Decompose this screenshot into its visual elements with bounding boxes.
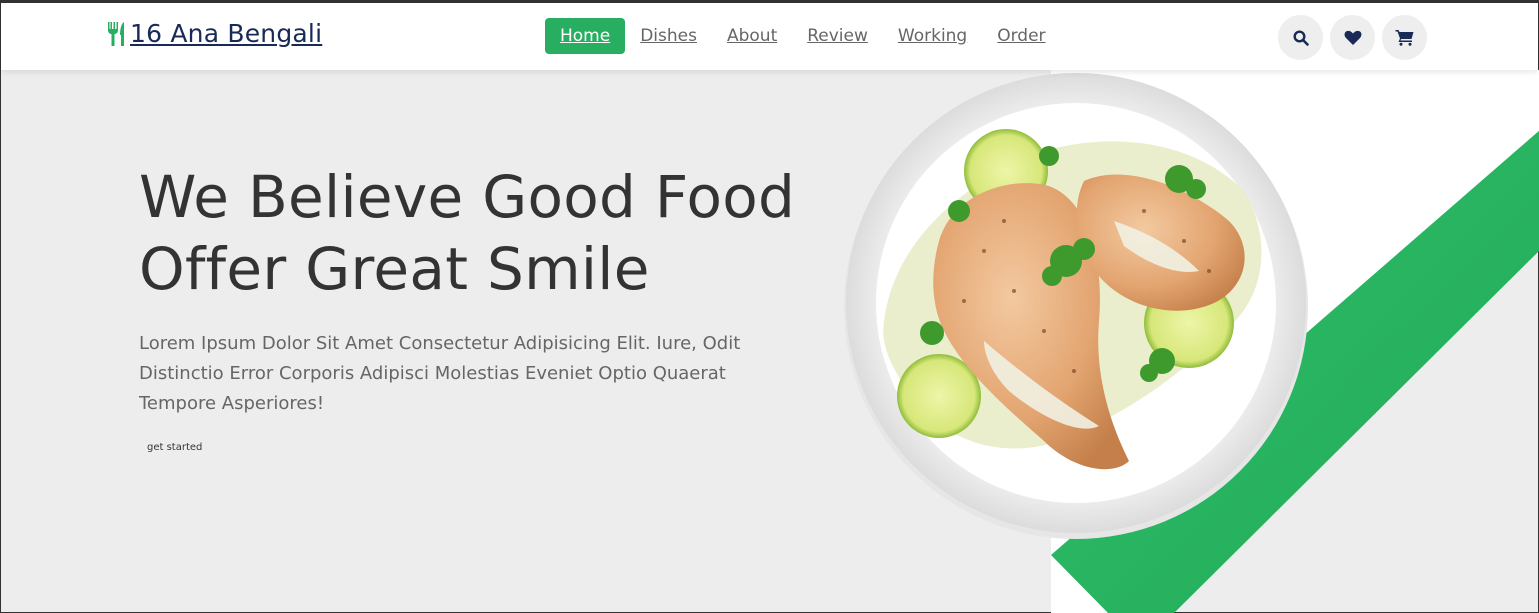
search-icon — [1292, 29, 1309, 46]
cart-icon — [1395, 30, 1414, 46]
nav-dishes[interactable]: Dishes — [640, 18, 697, 54]
favorites-button[interactable] — [1330, 15, 1375, 60]
hero-description: Lorem Ipsum Dolor Sit Amet Consectetur A… — [139, 333, 741, 414]
hero-title: We Believe Good Food Offer Great Smile — [139, 161, 799, 305]
nav-review[interactable]: Review — [807, 18, 868, 54]
nav-order[interactable]: Order — [997, 18, 1045, 54]
heart-icon — [1344, 30, 1361, 45]
header-icons — [1278, 15, 1434, 60]
hero-section: We Believe Good Food Offer Great Smile L… — [139, 161, 799, 419]
hero-title-line1: We Believe Good Food — [139, 163, 796, 231]
cart-button[interactable] — [1382, 15, 1427, 60]
get-started-button[interactable]: get started — [147, 442, 202, 453]
utensils-icon — [107, 21, 129, 47]
site-header: 16 Ana Bengali Home Dishes About Review … — [1, 3, 1538, 70]
food-plate-image — [844, 73, 1308, 539]
main-nav: Home Dishes About Review Working Order — [545, 18, 1076, 54]
search-button[interactable] — [1278, 15, 1323, 60]
nav-about[interactable]: About — [727, 18, 777, 54]
hero-title-line2: Offer Great Smile — [139, 235, 650, 303]
logo-link[interactable]: 16 Ana Bengali — [107, 19, 322, 48]
nav-working[interactable]: Working — [898, 18, 967, 54]
logo-text: 16 Ana Bengali — [130, 19, 323, 48]
nav-home[interactable]: Home — [545, 18, 626, 54]
